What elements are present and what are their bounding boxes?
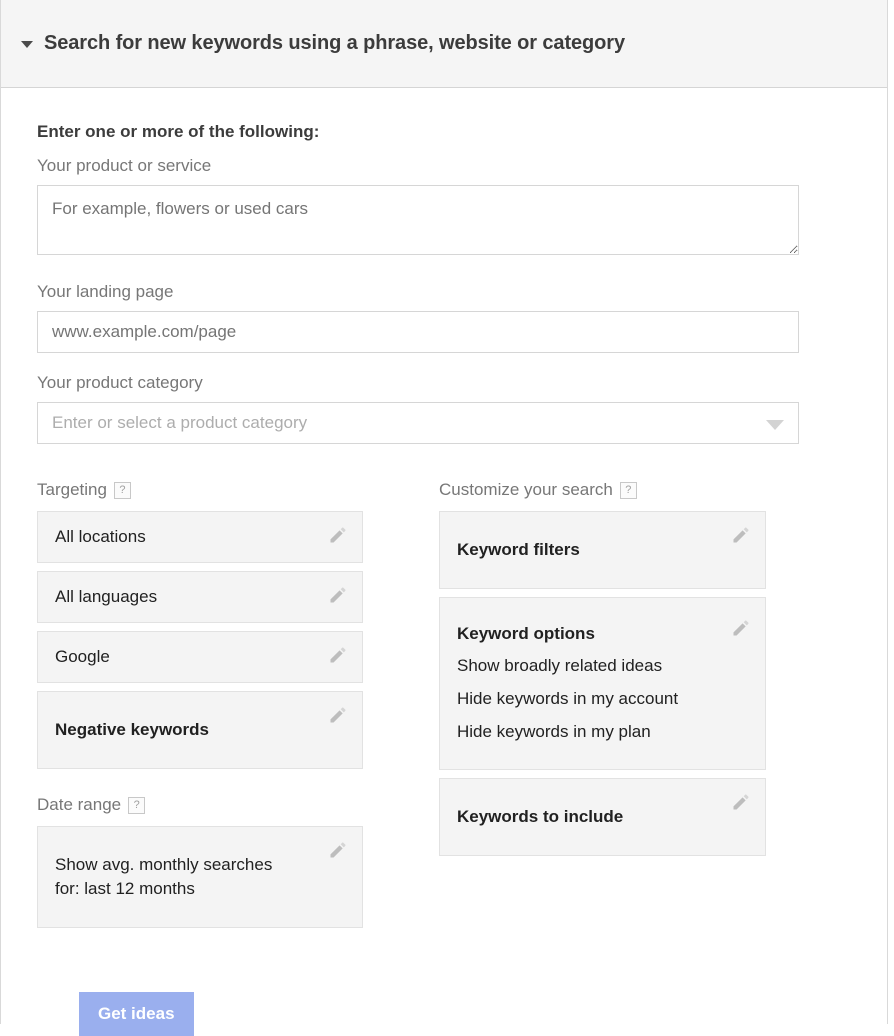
- keyword-planner-panel: Search for new keywords using a phrase, …: [0, 0, 888, 1036]
- date-range-label-text: Date range: [37, 795, 122, 814]
- card-title: Keyword filters: [457, 540, 580, 559]
- targeting-column: Targeting ? All locations All languages: [37, 480, 363, 936]
- customize-label: Customize your search ?: [439, 480, 766, 500]
- targeting-item-all-languages[interactable]: All languages: [37, 571, 363, 623]
- form-heading: Enter one or more of the following:: [37, 122, 320, 141]
- chevron-down-icon[interactable]: [766, 420, 784, 430]
- targeting-item-google[interactable]: Google: [37, 631, 363, 683]
- targeting-label: Targeting ?: [37, 480, 363, 500]
- card-title: Keyword options: [457, 624, 595, 643]
- keyword-option-item: Hide keywords in my plan: [457, 722, 651, 741]
- landing-page-label: Your landing page: [37, 282, 174, 301]
- keyword-filters-card[interactable]: Keyword filters: [439, 511, 766, 589]
- date-range-line1: Show avg. monthly searches: [55, 855, 273, 874]
- product-or-service-label: Your product or service: [37, 156, 212, 175]
- product-category-placeholder: Enter or select a product category: [52, 413, 308, 432]
- product-or-service-input[interactable]: [37, 185, 799, 255]
- product-category-label: Your product category: [37, 373, 203, 392]
- panel-footer: Get ideas: [37, 936, 851, 1036]
- targeting-label-text: Targeting: [37, 480, 107, 499]
- targeting-item-all-locations[interactable]: All locations: [37, 511, 363, 563]
- pencil-icon[interactable]: [328, 645, 348, 665]
- card-title: Keywords to include: [457, 807, 624, 826]
- panel-header[interactable]: Search for new keywords using a phrase, …: [1, 0, 887, 88]
- help-question-icon[interactable]: ?: [113, 481, 131, 499]
- card-title: Negative keywords: [55, 720, 210, 739]
- date-range-label: Date range ?: [37, 795, 363, 815]
- card-title: All languages: [55, 587, 158, 606]
- panel-body: Enter one or more of the following: Your…: [1, 88, 887, 1036]
- card-title: Google: [55, 647, 110, 666]
- pencil-icon[interactable]: [731, 525, 751, 545]
- pencil-icon[interactable]: [731, 618, 751, 638]
- get-ideas-button[interactable]: Get ideas: [79, 992, 194, 1036]
- help-question-icon[interactable]: ?: [128, 796, 146, 814]
- column-spacer: [363, 480, 439, 936]
- help-question-icon[interactable]: ?: [619, 481, 637, 499]
- date-range-line2: for: last 12 months: [55, 879, 195, 898]
- customize-label-text: Customize your search: [439, 480, 613, 499]
- pencil-icon[interactable]: [328, 585, 348, 605]
- product-category-select[interactable]: Enter or select a product category: [37, 402, 799, 444]
- keyword-option-item: Hide keywords in my account: [457, 689, 679, 708]
- pencil-icon[interactable]: [328, 705, 348, 725]
- pencil-icon[interactable]: [328, 840, 348, 860]
- keywords-to-include-card[interactable]: Keywords to include: [439, 778, 766, 856]
- landing-page-input[interactable]: [37, 311, 799, 353]
- triangle-down-icon[interactable]: [21, 41, 33, 48]
- date-range-item[interactable]: Show avg. monthly searches for: last 12 …: [37, 826, 363, 928]
- options-columns: Targeting ? All locations All languages: [37, 480, 851, 936]
- card-title: All locations: [55, 527, 146, 546]
- targeting-item-negative-keywords[interactable]: Negative keywords: [37, 691, 363, 769]
- keyword-option-item: Show broadly related ideas: [457, 656, 663, 675]
- page-title: Search for new keywords using a phrase, …: [44, 32, 625, 54]
- pencil-icon[interactable]: [328, 525, 348, 545]
- customize-column: Customize your search ? Keyword filters …: [439, 480, 766, 936]
- pencil-icon[interactable]: [731, 792, 751, 812]
- keyword-options-card[interactable]: Keyword options Show broadly related ide…: [439, 597, 766, 770]
